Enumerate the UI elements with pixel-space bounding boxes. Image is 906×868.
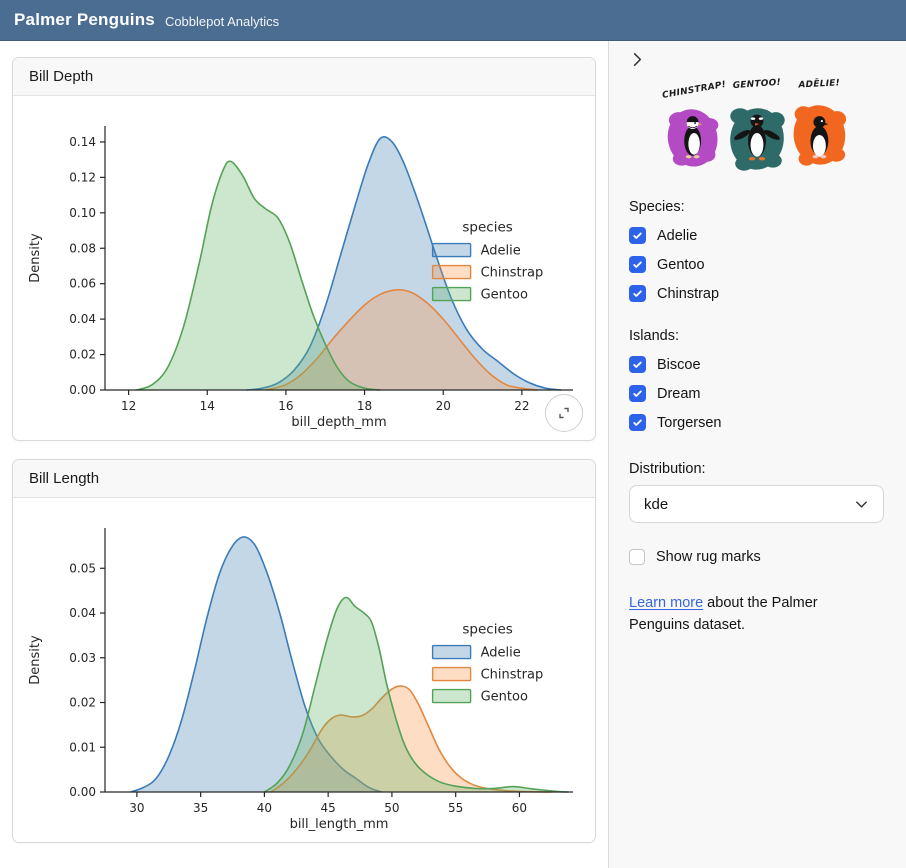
islands-checkbox-group: Biscoe Dream Torgersen — [629, 350, 884, 437]
svg-text:0.00: 0.00 — [69, 383, 96, 397]
svg-text:Density: Density — [28, 635, 43, 685]
species-group-label: Species: — [629, 199, 884, 215]
checkbox-row-gentoo[interactable]: Gentoo — [629, 250, 884, 279]
checkbox-gentoo[interactable] — [629, 256, 646, 273]
svg-text:0.04: 0.04 — [69, 312, 96, 326]
checkbox-row-biscoe[interactable]: Biscoe — [629, 350, 884, 379]
svg-text:50: 50 — [384, 801, 399, 815]
penguins-artwork-image: CHINSTRAP! GENTOO! ADĒLIE! — [653, 75, 861, 185]
checkbox-label: Dream — [657, 386, 701, 402]
svg-text:30: 30 — [129, 801, 144, 815]
svg-text:bill_depth_mm: bill_depth_mm — [291, 415, 386, 430]
svg-text:Chinstrap: Chinstrap — [481, 266, 544, 281]
chevron-down-icon — [854, 497, 869, 512]
dataset-note: Learn more about the Palmer Penguins dat… — [629, 593, 881, 637]
navbar: Palmer Penguins Cobblepot Analytics — [0, 0, 906, 41]
check-icon — [632, 388, 643, 399]
svg-text:0.10: 0.10 — [69, 206, 96, 220]
sidebar-collapse-toggle[interactable] — [627, 49, 648, 73]
distribution-label: Distribution: — [629, 461, 884, 477]
checkbox-biscoe[interactable] — [629, 356, 646, 373]
svg-text:0.14: 0.14 — [69, 135, 96, 149]
svg-text:35: 35 — [193, 801, 208, 815]
svg-text:Chinstrap: Chinstrap — [481, 668, 544, 683]
checkbox-label: Adelie — [657, 228, 697, 244]
expand-icon — [556, 405, 572, 421]
svg-text:0.02: 0.02 — [69, 696, 96, 710]
card-bill-depth: Bill Depth 12 14 16 18 20 22 0.00 0.02 0.04 0.06 0… — [12, 57, 596, 441]
svg-text:0.06: 0.06 — [69, 277, 96, 291]
svg-text:18: 18 — [357, 399, 372, 413]
checkbox-row-torgersen[interactable]: Torgersen — [629, 408, 884, 437]
svg-text:60: 60 — [512, 801, 527, 815]
app-title: Palmer Penguins — [14, 10, 155, 30]
checkbox-chinstrap[interactable] — [629, 285, 646, 302]
svg-text:species: species — [462, 622, 512, 638]
svg-text:55: 55 — [448, 801, 463, 815]
svg-text:22: 22 — [514, 399, 529, 413]
rug-marks-label: Show rug marks — [656, 549, 761, 565]
svg-text:Adelie: Adelie — [481, 646, 521, 661]
check-icon — [632, 359, 643, 370]
checkbox-row-adelie[interactable]: Adelie — [629, 221, 884, 250]
svg-text:16: 16 — [278, 399, 293, 413]
svg-text:Density: Density — [28, 233, 43, 283]
svg-text:0.05: 0.05 — [69, 561, 96, 575]
card-bill-length: Bill Length 30 35 40 45 50 55 60 0.00 0.01 0.02 0.… — [12, 459, 596, 843]
artwork-label-adelie: ADĒLIE! — [797, 77, 840, 90]
checkbox-row-chinstrap[interactable]: Chinstrap — [629, 279, 884, 308]
svg-text:Gentoo: Gentoo — [481, 288, 528, 303]
svg-text:0.03: 0.03 — [69, 651, 96, 665]
rug-marks-checkbox[interactable] — [629, 549, 645, 565]
svg-text:0.08: 0.08 — [69, 241, 96, 255]
main-panel: Bill Depth 12 14 16 18 20 22 0.00 0.02 0.04 0.06 0… — [0, 41, 608, 868]
rug-marks-checkbox-row[interactable]: Show rug marks — [629, 543, 884, 571]
artwork-label-gentoo: GENTOO! — [732, 78, 781, 91]
sidebar: CHINSTRAP! GENTOO! ADĒLIE! Species: Adel… — [608, 41, 906, 868]
svg-text:0.04: 0.04 — [69, 606, 96, 620]
svg-text:0.00: 0.00 — [69, 785, 96, 799]
islands-group-label: Islands: — [629, 328, 884, 344]
checkbox-torgersen[interactable] — [629, 414, 646, 431]
svg-text:bill_length_mm: bill_length_mm — [290, 817, 389, 832]
checkbox-label: Biscoe — [657, 357, 701, 373]
svg-text:40: 40 — [257, 801, 272, 815]
check-icon — [632, 288, 643, 299]
checkbox-label: Torgersen — [657, 415, 721, 431]
app-window: Palmer Penguins Cobblepot Analytics Bill… — [0, 0, 906, 868]
checkbox-adelie[interactable] — [629, 227, 646, 244]
check-icon — [632, 230, 643, 241]
svg-text:Gentoo: Gentoo — [481, 690, 528, 705]
expand-card-button[interactable] — [545, 394, 583, 432]
bill-depth-chart: 12 14 16 18 20 22 0.00 0.02 0.04 0.06 0.08 0.10 0.12… — [25, 100, 583, 438]
svg-text:species: species — [462, 220, 512, 236]
check-icon — [632, 259, 643, 270]
learn-more-link[interactable]: Learn more — [629, 595, 703, 611]
card-title-bill-length: Bill Length — [13, 460, 595, 498]
svg-text:12: 12 — [121, 399, 136, 413]
checkbox-label: Chinstrap — [657, 286, 719, 302]
svg-text:0.02: 0.02 — [69, 348, 96, 362]
chevron-right-icon — [629, 51, 646, 68]
svg-text:Adelie: Adelie — [481, 244, 521, 259]
artwork-label-chinstrap: CHINSTRAP! — [661, 80, 726, 101]
svg-text:20: 20 — [436, 399, 451, 413]
svg-text:45: 45 — [321, 801, 336, 815]
distribution-selected-value: kde — [644, 496, 668, 513]
check-icon — [632, 417, 643, 428]
bill-length-chart: 30 35 40 45 50 55 60 0.00 0.01 0.02 0.03 0.04 0.05 bi… — [25, 502, 583, 840]
svg-text:14: 14 — [200, 399, 215, 413]
checkbox-label: Gentoo — [657, 257, 705, 273]
checkbox-dream[interactable] — [629, 385, 646, 402]
checkbox-row-dream[interactable]: Dream — [629, 379, 884, 408]
svg-text:0.12: 0.12 — [69, 170, 96, 184]
svg-text:0.01: 0.01 — [69, 740, 96, 754]
species-checkbox-group: Adelie Gentoo Chinstrap — [629, 221, 884, 308]
card-title-bill-depth: Bill Depth — [13, 58, 595, 96]
distribution-select[interactable]: kde — [629, 485, 884, 523]
app-subtitle: Cobblepot Analytics — [165, 11, 279, 29]
